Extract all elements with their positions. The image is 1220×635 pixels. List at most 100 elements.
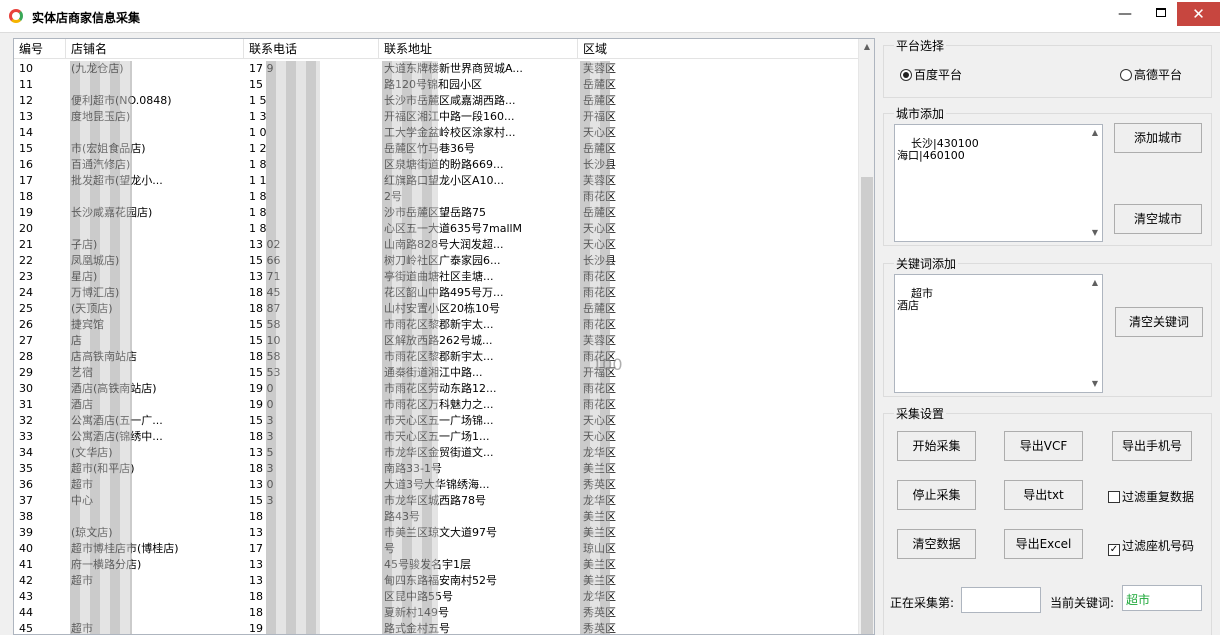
city-textarea[interactable]: 长沙|430100 海口|460100 ▲ ▼ bbox=[894, 124, 1103, 242]
table-row[interactable]: 32公寓酒店(五一广...15 3市天心区五一广场锦...天心区 bbox=[14, 413, 859, 429]
add-city-button[interactable]: 添加城市 bbox=[1114, 123, 1202, 153]
stop-collect-button[interactable]: 停止采集 bbox=[897, 480, 976, 510]
redaction-mask bbox=[382, 413, 438, 429]
redaction-mask bbox=[382, 189, 438, 205]
redaction-mask bbox=[70, 285, 132, 301]
redaction-mask bbox=[580, 477, 610, 493]
radio-baidu[interactable]: 百度平台 bbox=[900, 66, 962, 83]
collect-group-label: 采集设置 bbox=[894, 405, 947, 422]
table-row[interactable]: 41府一横路分店)1345号骏发名宇1层美兰区 bbox=[14, 557, 859, 573]
current-keyword-field[interactable]: 超市 bbox=[1122, 585, 1202, 611]
cell-id: 35 bbox=[19, 462, 33, 475]
cell-id: 41 bbox=[19, 558, 33, 571]
redaction-mask bbox=[580, 141, 610, 157]
merchant-list[interactable]: 编号 店铺名 联系电话 联系地址 区域 10(九龙仓店)17 9大道东牌楼新世界… bbox=[13, 38, 875, 635]
export-phone-button[interactable]: 导出手机号 bbox=[1112, 431, 1192, 461]
column-header-id[interactable]: 编号 bbox=[14, 39, 66, 59]
export-vcf-button[interactable]: 导出VCF bbox=[1004, 431, 1083, 461]
redaction-mask bbox=[382, 541, 438, 557]
table-row[interactable]: 42超市13甸四东路福安南村52号美兰区 bbox=[14, 573, 859, 589]
table-row[interactable]: 13度地昆玉店)1 3开福区湘江中路一段160...开福区 bbox=[14, 109, 859, 125]
radio-gaode[interactable]: 高德平台 bbox=[1120, 66, 1182, 83]
redaction-mask bbox=[70, 461, 132, 477]
clear-data-button[interactable]: 清空数据 bbox=[897, 529, 976, 559]
progress-field[interactable] bbox=[961, 587, 1041, 613]
table-row[interactable]: 40超市博桂店市(博桂店)17号琼山区 bbox=[14, 541, 859, 557]
city-textarea-scrollbar[interactable]: ▲ ▼ bbox=[1088, 125, 1102, 241]
column-header-phone[interactable]: 联系电话 bbox=[244, 39, 379, 59]
filter-duplicate-checkbox[interactable]: 过滤重复数据 bbox=[1108, 488, 1194, 505]
table-row[interactable]: 30酒店(高铁南站店)19 0市雨花区劳动东路12...雨花区 bbox=[14, 381, 859, 397]
table-row[interactable]: 22凤凰城店)15 66树刀岭社区广泰家园6...长沙县 bbox=[14, 253, 859, 269]
scroll-up-icon[interactable]: ▲ bbox=[1088, 127, 1102, 139]
table-row[interactable]: 10(九龙仓店)17 9大道东牌楼新世界商贸城A...芙蓉区 bbox=[14, 61, 859, 77]
table-row[interactable]: 31酒店19 0市雨花区万科魅力之...雨花区 bbox=[14, 397, 859, 413]
scrollbar-thumb[interactable] bbox=[861, 177, 873, 634]
table-row[interactable]: 21子店)13 02山南路828号大润发超...天心区 bbox=[14, 237, 859, 253]
clear-keyword-button[interactable]: 清空关键词 bbox=[1115, 307, 1203, 337]
window-title: 实体店商家信息采集 bbox=[32, 11, 141, 25]
table-row[interactable]: 35超市(和平店)18 3南路33-1号美兰区 bbox=[14, 461, 859, 477]
table-row[interactable]: 23星店)13 71亭街道曲塘社区圭塘...雨花区 bbox=[14, 269, 859, 285]
table-row[interactable]: 39(琼文店)13市美兰区琼文大道97号美兰区 bbox=[14, 525, 859, 541]
table-row[interactable]: 19长沙咸嘉花园店)1 8沙市岳麓区望岳路75岳麓区 bbox=[14, 205, 859, 221]
keyword-group-label: 关键词添加 bbox=[894, 255, 959, 272]
table-row[interactable]: 4418夏新村149号秀英区 bbox=[14, 605, 859, 621]
scroll-up-icon[interactable]: ▲ bbox=[859, 39, 874, 55]
platform-group: 平台选择 百度平台 高德平台 bbox=[883, 37, 1212, 98]
table-row[interactable]: 37中心15 3市龙华区城西路78号龙华区 bbox=[14, 493, 859, 509]
filter-landline-checkbox[interactable]: ✓ 过滤座机号码 bbox=[1108, 537, 1194, 556]
close-button[interactable]: ✕ bbox=[1177, 2, 1220, 26]
table-row[interactable]: 25(天顶店)18 87山村安置小区20栋10号岳麓区 bbox=[14, 301, 859, 317]
redaction-mask bbox=[580, 125, 610, 141]
table-row[interactable]: 28店高铁南站店18 58市雨花区黎郡新宇太...雨花区 bbox=[14, 349, 859, 365]
redaction-mask bbox=[266, 141, 320, 157]
table-row[interactable]: 12便利超市(NO.0848)1 5长沙市岳麓区咸嘉湖西路...岳麓区 bbox=[14, 93, 859, 109]
redaction-mask bbox=[266, 493, 320, 509]
table-row[interactable]: 33公寓酒店(锦绣中...18 3市天心区五一广场1...天心区 bbox=[14, 429, 859, 445]
table-row[interactable]: 15市(宏姐食品店)1 2岳麓区竹马巷36号岳麓区 bbox=[14, 141, 859, 157]
redaction-mask bbox=[382, 605, 438, 621]
table-row[interactable]: 29艺宿15 53通秦街道湘江中路...开福区 bbox=[14, 365, 859, 381]
table-row[interactable]: 36超市13 0大道3号大华锦绣海...秀英区 bbox=[14, 477, 859, 493]
table-row[interactable]: 16百通汽修店)1 8区泉塘街道的盼路669...长沙县 bbox=[14, 157, 859, 173]
column-header-area[interactable]: 区域 bbox=[578, 39, 859, 59]
export-txt-button[interactable]: 导出txt bbox=[1004, 480, 1083, 510]
scroll-down-icon[interactable]: ▼ bbox=[1088, 378, 1102, 390]
redaction-mask bbox=[580, 317, 610, 333]
redaction-mask bbox=[266, 333, 320, 349]
table-row[interactable]: 24万博汇店)18 45花区韶山中路495号万...雨花区 bbox=[14, 285, 859, 301]
radio-selected-icon bbox=[900, 69, 912, 81]
column-header-address[interactable]: 联系地址 bbox=[379, 39, 578, 59]
redaction-mask bbox=[70, 269, 132, 285]
table-row[interactable]: 3818路43号美兰区 bbox=[14, 509, 859, 525]
redaction-mask bbox=[382, 557, 438, 573]
column-header-name[interactable]: 店铺名 bbox=[66, 39, 244, 59]
maximize-button[interactable] bbox=[1141, 2, 1181, 26]
redaction-mask bbox=[580, 109, 610, 125]
table-row[interactable]: 45超市19路式金村五号秀英区 bbox=[14, 621, 859, 634]
table-row[interactable]: 141 0工大学金盆岭校区涂家村...天心区 bbox=[14, 125, 859, 141]
minimize-button[interactable]: — bbox=[1105, 2, 1145, 26]
export-excel-button[interactable]: 导出Excel bbox=[1004, 529, 1083, 559]
redaction-mask bbox=[382, 525, 438, 541]
redaction-mask bbox=[580, 285, 610, 301]
table-row[interactable]: 201 8心区五一大道635号7mallM天心区 bbox=[14, 221, 859, 237]
redaction-mask bbox=[266, 445, 320, 461]
redaction-mask bbox=[580, 445, 610, 461]
redaction-mask bbox=[70, 573, 132, 589]
scroll-down-icon[interactable]: ▼ bbox=[1088, 227, 1102, 239]
table-row[interactable]: 17批发超市(望龙小...1 1红旗路口望龙小区A10...芙蓉区 bbox=[14, 173, 859, 189]
keyword-textarea[interactable]: 超市 酒店 ▲ ▼ bbox=[894, 274, 1103, 393]
list-scrollbar[interactable]: ▲ bbox=[858, 39, 874, 634]
start-collect-button[interactable]: 开始采集 bbox=[897, 431, 976, 461]
table-row[interactable]: 4318区昆中路55号龙华区 bbox=[14, 589, 859, 605]
table-row[interactable]: 1115路120号锦和园小区岳麓区 bbox=[14, 77, 859, 93]
clear-city-button[interactable]: 清空城市 bbox=[1114, 204, 1202, 234]
table-row[interactable]: 181 82号雨花区 bbox=[14, 189, 859, 205]
table-row[interactable]: 26捷宾馆15 58市雨花区黎郡新宇太...雨花区 bbox=[14, 317, 859, 333]
keyword-textarea-scrollbar[interactable]: ▲ ▼ bbox=[1088, 275, 1102, 392]
table-row[interactable]: 34(文华店)13 5市龙华区金贸街道文...龙华区 bbox=[14, 445, 859, 461]
table-row[interactable]: 27店15 10区解放西路262号城...芙蓉区 bbox=[14, 333, 859, 349]
scroll-up-icon[interactable]: ▲ bbox=[1088, 277, 1102, 289]
